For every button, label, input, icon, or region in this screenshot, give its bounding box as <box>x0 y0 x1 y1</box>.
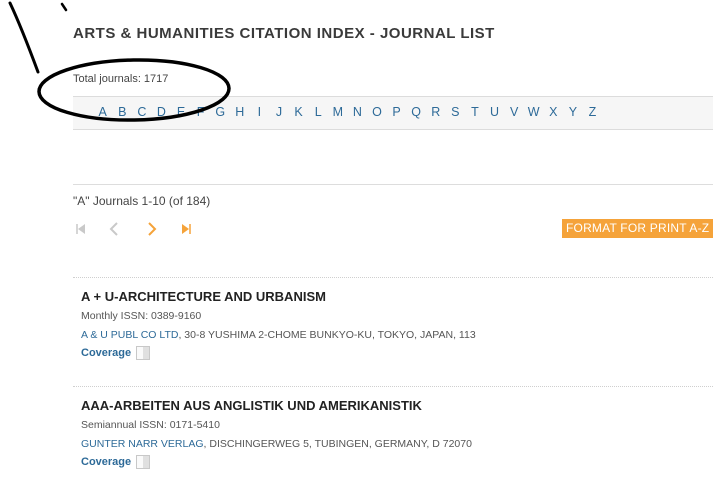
alphabet-list: A B C D E F G H I J K L M N O P Q R S T … <box>93 105 602 119</box>
journal-entry: A + U-ARCHITECTURE AND URBANISM Monthly … <box>81 289 711 360</box>
letter-link-c[interactable]: C <box>132 105 152 119</box>
letter-link-p[interactable]: P <box>387 105 407 119</box>
publisher-address: , 30-8 YUSHIMA 2-CHOME BUNKYO-KU, TOKYO,… <box>178 329 476 341</box>
letter-link-e[interactable]: E <box>171 105 191 119</box>
letter-link-h[interactable]: H <box>230 105 250 119</box>
letter-link-y[interactable]: Y <box>563 105 583 119</box>
publisher-link[interactable]: GUNTER NARR VERLAG <box>81 438 204 450</box>
letter-link-u[interactable]: U <box>485 105 505 119</box>
letter-link-l[interactable]: L <box>309 105 329 119</box>
coverage-row: Coverage <box>81 455 711 469</box>
letter-link-f[interactable]: F <box>191 105 211 119</box>
letter-link-g[interactable]: G <box>211 105 231 119</box>
letter-link-j[interactable]: J <box>269 105 289 119</box>
letter-link-w[interactable]: W <box>524 105 544 119</box>
journal-publisher-line: A & U PUBL CO LTD, 30-8 YUSHIMA 2-CHOME … <box>81 329 711 341</box>
journal-title: AAA-ARBEITEN AUS ANGLISTIK UND AMERIKANI… <box>81 398 422 413</box>
letter-link-b[interactable]: B <box>113 105 133 119</box>
journal-issn: Semiannual ISSN: 0171-5410 <box>81 419 220 431</box>
journal-divider <box>73 277 713 279</box>
journal-entry: AAA-ARBEITEN AUS ANGLISTIK UND AMERIKANI… <box>81 398 711 469</box>
letter-link-i[interactable]: I <box>250 105 270 119</box>
next-page-icon[interactable] <box>146 220 158 238</box>
coverage-link[interactable]: Coverage <box>81 456 131 468</box>
prev-page-icon[interactable] <box>108 220 120 238</box>
coverage-row: Coverage <box>81 346 711 360</box>
format-for-print-button[interactable]: FORMAT FOR PRINT A-Z <box>562 219 713 238</box>
letter-link-m[interactable]: M <box>328 105 348 119</box>
alphabet-bar: A B C D E F G H I J K L M N O P Q R S T … <box>73 96 713 130</box>
journal-issn: Monthly ISSN: 0389-9160 <box>81 310 202 322</box>
journal-divider <box>73 386 713 388</box>
letter-link-a[interactable]: A <box>93 105 113 119</box>
letter-link-d[interactable]: D <box>152 105 172 119</box>
letter-link-r[interactable]: R <box>426 105 446 119</box>
letter-link-x[interactable]: X <box>544 105 564 119</box>
letter-link-z[interactable]: Z <box>583 105 603 119</box>
publisher-link[interactable]: A & U PUBL CO LTD <box>81 329 178 341</box>
page-title: ARTS & HUMANITIES CITATION INDEX - JOURN… <box>73 25 495 42</box>
letter-link-k[interactable]: K <box>289 105 309 119</box>
journal-title: A + U-ARCHITECTURE AND URBANISM <box>81 289 326 304</box>
results-range: "A" Journals 1-10 (of 184) <box>73 194 211 208</box>
letter-link-q[interactable]: Q <box>407 105 427 119</box>
letter-link-v[interactable]: V <box>504 105 524 119</box>
letter-link-o[interactable]: O <box>367 105 387 119</box>
letter-link-s[interactable]: S <box>446 105 466 119</box>
letter-link-t[interactable]: T <box>465 105 485 119</box>
last-page-icon[interactable] <box>180 220 192 238</box>
coverage-toggle-icon[interactable] <box>136 346 151 360</box>
journal-publisher-line: GUNTER NARR VERLAG, DISCHINGERWEG 5, TUB… <box>81 438 711 450</box>
first-page-icon[interactable] <box>75 220 87 238</box>
coverage-toggle-icon[interactable] <box>136 455 151 469</box>
coverage-link[interactable]: Coverage <box>81 347 131 359</box>
letter-link-n[interactable]: N <box>348 105 368 119</box>
total-journals-count: Total journals: 1717 <box>73 73 169 85</box>
section-divider <box>73 184 713 185</box>
publisher-address: , DISCHINGERWEG 5, TUBINGEN, GERMANY, D … <box>203 438 472 450</box>
